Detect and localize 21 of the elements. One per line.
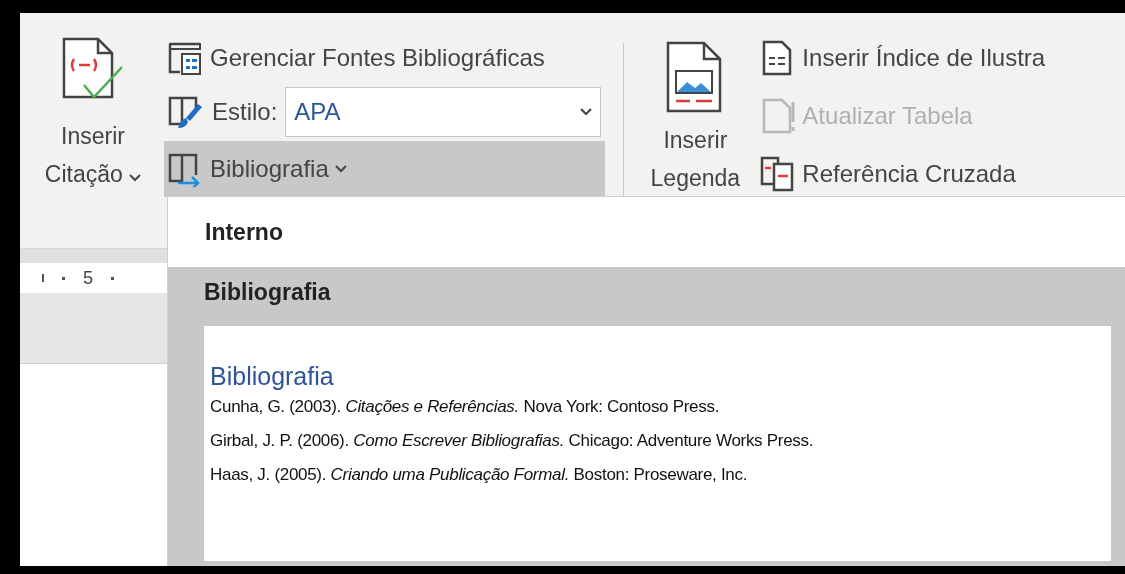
caption-tool-button: Atualizar Tabela bbox=[756, 91, 1050, 141]
bibliography-gallery-item[interactable] bbox=[168, 267, 1125, 565]
ruler-number: 5 bbox=[83, 267, 93, 289]
bibliography-button[interactable]: Bibliografia bbox=[164, 141, 606, 197]
manage-sources-button[interactable]: Gerenciar Fontes Bibliográficas bbox=[164, 33, 606, 83]
preview-heading: Bibliografia bbox=[210, 362, 335, 391]
table-icon bbox=[168, 40, 204, 76]
bibliography-entry: Girbal, J. P. (2006). Como Escrever Bibliografias. Chicago: Adventure Works Press. bbox=[210, 431, 815, 451]
chevron-down-icon bbox=[580, 108, 593, 116]
document-exclamation-icon bbox=[760, 98, 797, 134]
book-brush-icon bbox=[168, 94, 204, 130]
style-label: Estilo: bbox=[212, 98, 278, 126]
insert-citation-button[interactable]: Inserir Citação bbox=[28, 33, 158, 197]
bibliography-entry: Cunha, G. (2003). Citações e Referências. Nova York: Contoso Press. bbox=[210, 397, 721, 417]
gallery-item-label: Bibliografia bbox=[204, 279, 332, 306]
menu-section-header: Interno bbox=[204, 218, 284, 247]
caption-tool-button[interactable]: Inserir Índice de Ilustra bbox=[756, 33, 1050, 83]
style-dropdown[interactable]: APA bbox=[285, 87, 602, 137]
chevron-down-icon bbox=[129, 174, 142, 182]
bibliography-entry: Haas, J. (2005). Criando uma Publicação Formal. Boston: Proseware, Inc. bbox=[210, 465, 749, 485]
chevron-down-icon bbox=[334, 165, 347, 173]
